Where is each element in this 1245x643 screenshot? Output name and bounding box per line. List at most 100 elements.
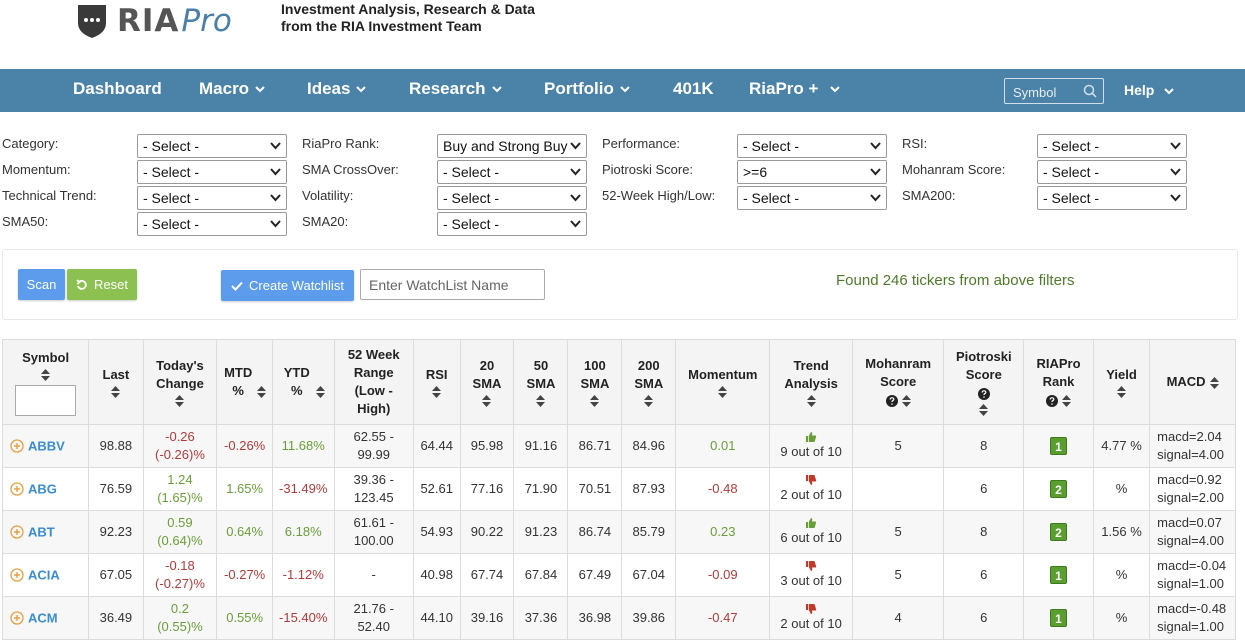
- sort-icon[interactable]: [644, 395, 654, 407]
- th-mohanram-label: Mohanram Score: [865, 356, 932, 389]
- th-50sma[interactable]: 50 SMA: [513, 339, 569, 425]
- th-mohanram[interactable]: Mohanram Score: [851, 339, 945, 425]
- rsi-select[interactable]: - Select -: [1037, 134, 1187, 158]
- plus-circle-icon[interactable]: [10, 568, 24, 582]
- table-row: ACM 36.49 0.2 (0.55)% 0.55% -15.40% 21.76 - 52.…: [1, 596, 1236, 640]
- cell-50sma: 67.84: [513, 553, 569, 597]
- nav-dashboard[interactable]: Dashboard: [73, 79, 162, 99]
- sort-icon[interactable]: [806, 395, 816, 407]
- performance-select[interactable]: - Select -: [737, 134, 887, 158]
- sma200-select[interactable]: - Select -: [1037, 186, 1187, 210]
- sort-icon[interactable]: [536, 395, 546, 407]
- nav-portfolio-label: Portfolio: [544, 79, 614, 98]
- mohanram-select[interactable]: - Select -: [1037, 160, 1187, 184]
- nav-help[interactable]: Help: [1124, 82, 1174, 98]
- change-percent: (0.55)%: [157, 619, 203, 634]
- cell-ytd: 11.68%: [271, 424, 335, 468]
- sort-icon[interactable]: [482, 395, 492, 407]
- sma-crossover-select[interactable]: - Select -: [437, 160, 587, 184]
- sma50-select[interactable]: - Select -: [137, 212, 287, 236]
- sort-icon[interactable]: [432, 386, 442, 398]
- symbol-link[interactable]: ABBV: [28, 438, 65, 453]
- question-icon[interactable]: [977, 387, 990, 400]
- volatility-select[interactable]: - Select -: [437, 186, 587, 210]
- riapro-logo[interactable]: RIA Pro: [75, 3, 232, 39]
- sort-icon[interactable]: [1209, 376, 1219, 389]
- nav-401k[interactable]: 401K: [673, 79, 714, 99]
- cell-trend-analysis: 2 out of 10: [769, 596, 853, 640]
- symbol-filter-input[interactable]: [15, 384, 77, 416]
- search-icon[interactable]: [1083, 84, 1097, 98]
- th-100sma[interactable]: 100 SMA: [567, 339, 623, 425]
- th-mtd[interactable]: MTD %: [216, 339, 273, 425]
- nav-riapro-plus[interactable]: RiaPro +: [749, 79, 841, 99]
- nav-portfolio[interactable]: Portfolio: [544, 79, 630, 99]
- riapro-rank-select[interactable]: Buy and Strong Buy: [437, 134, 587, 158]
- sort-icon[interactable]: [979, 404, 989, 416]
- th-52week[interactable]: 52 Week Range (Low - High): [333, 339, 414, 425]
- sort-icon[interactable]: [111, 386, 121, 398]
- sort-icon[interactable]: [590, 395, 600, 407]
- piotroski-select[interactable]: >=6: [737, 160, 887, 184]
- th-ytd[interactable]: YTD %: [271, 339, 335, 425]
- change-percent: (-0.26)%: [155, 447, 205, 462]
- scan-button-label: Scan: [26, 277, 57, 292]
- cell-momentum: 0.01: [675, 424, 771, 468]
- nav-research[interactable]: Research: [409, 79, 502, 99]
- th-rsi[interactable]: RSI: [412, 339, 461, 425]
- plus-circle-icon[interactable]: [10, 611, 24, 625]
- sort-icon[interactable]: [718, 386, 728, 398]
- scan-button[interactable]: Scan: [18, 269, 65, 300]
- sort-icon[interactable]: [901, 394, 911, 407]
- question-icon[interactable]: [885, 394, 898, 407]
- sort-icon[interactable]: [315, 385, 325, 398]
- th-20sma[interactable]: 20 SMA: [459, 339, 515, 425]
- cell-20sma: 67.74: [459, 553, 515, 597]
- symbol-link[interactable]: ACM: [28, 610, 58, 625]
- macd-signal: signal=4.00: [1157, 447, 1225, 462]
- momentum-select[interactable]: - Select -: [137, 160, 287, 184]
- category-select[interactable]: - Select -: [137, 134, 287, 158]
- th-yield[interactable]: Yield: [1092, 339, 1151, 425]
- nav-macro[interactable]: Macro: [199, 79, 265, 99]
- symbol-link[interactable]: ABT: [28, 524, 55, 539]
- cell-yield: %: [1092, 553, 1151, 597]
- th-todays-change[interactable]: Today's Change: [142, 339, 218, 425]
- week52-select[interactable]: - Select -: [737, 186, 887, 210]
- th-last[interactable]: Last: [88, 339, 144, 425]
- sort-icon[interactable]: [1062, 394, 1072, 407]
- plus-circle-icon[interactable]: [10, 439, 24, 453]
- nav-ideas[interactable]: Ideas: [307, 79, 367, 99]
- create-watchlist-button[interactable]: Create Watchlist: [221, 270, 354, 301]
- sort-icon[interactable]: [257, 385, 267, 398]
- reset-button[interactable]: Reset: [67, 269, 137, 300]
- th-trend-analysis[interactable]: Trend Analysis: [769, 339, 853, 425]
- chevron-down-icon: [870, 142, 881, 150]
- cell-trend-analysis: 9 out of 10: [769, 424, 853, 468]
- symbol-link[interactable]: ABG: [28, 481, 57, 496]
- cell-mtd: 0.64%: [216, 510, 273, 554]
- chevron-down-icon: [1170, 194, 1181, 202]
- th-momentum[interactable]: Momentum: [675, 339, 771, 425]
- th-symbol[interactable]: Symbol: [1, 339, 90, 425]
- symbol-search-input[interactable]: Symbol: [1004, 78, 1104, 104]
- technical-trend-select[interactable]: - Select -: [137, 186, 287, 210]
- cell-200sma: 87.93: [621, 467, 677, 511]
- symbol-link[interactable]: ACIA: [28, 567, 60, 582]
- th-macd[interactable]: MACD: [1149, 339, 1236, 425]
- sort-icon[interactable]: [175, 395, 185, 407]
- screener-results-table: Symbol Last Today's Change MTD % YTD % 5…: [1, 339, 1236, 640]
- cell-symbol: ABBV: [1, 424, 90, 468]
- sort-icon[interactable]: [1117, 386, 1127, 398]
- th-200sma[interactable]: 200 SMA: [621, 339, 677, 425]
- sma20-select[interactable]: - Select -: [437, 212, 587, 236]
- plus-circle-icon[interactable]: [10, 525, 24, 539]
- th-riapro-rank[interactable]: RIAPro Rank: [1023, 339, 1094, 425]
- sort-icon[interactable]: [41, 368, 51, 381]
- question-icon[interactable]: [1046, 394, 1059, 407]
- watchlist-name-input[interactable]: Enter WatchList Name: [360, 269, 545, 300]
- th-piotroski[interactable]: Piotroski Score: [943, 339, 1025, 425]
- week52-label: 52-Week High/Low:: [602, 188, 716, 203]
- cell-macd: macd=-0.48 signal=1.00: [1149, 596, 1236, 640]
- plus-circle-icon[interactable]: [10, 482, 24, 496]
